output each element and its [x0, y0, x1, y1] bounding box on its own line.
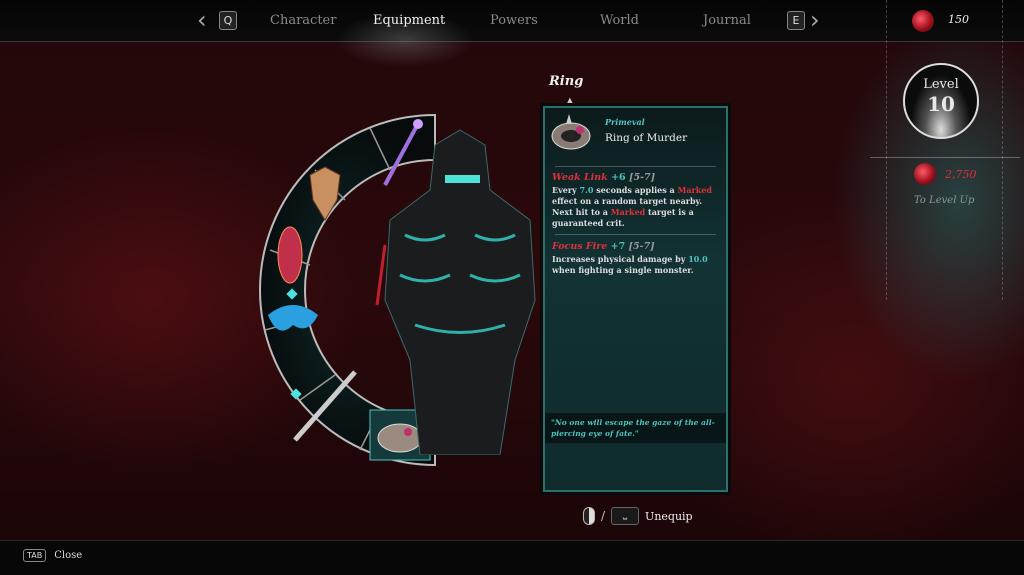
close-action[interactable]: TAB Close — [23, 549, 82, 562]
tab-world[interactable]: World — [600, 13, 639, 28]
currency-amount: 150 — [948, 13, 969, 26]
character-model — [375, 129, 536, 455]
spacebar-key-icon: ⎵ — [611, 507, 640, 525]
slot-amulet[interactable] — [277, 226, 303, 284]
slot-label: Ring — [549, 74, 584, 89]
item-tooltip: Primeval Ring of Murder Weak Link +6 [5-… — [543, 106, 728, 492]
affix-range: [5-7] — [628, 172, 656, 183]
tab-key: TAB — [23, 549, 47, 562]
unequip-label: Unequip — [645, 509, 693, 523]
item-name: Ring of Murder — [605, 132, 688, 144]
affix-range: [5-7] — [628, 241, 655, 252]
mouse-right-click-icon — [583, 507, 595, 525]
close-label: Close — [54, 550, 83, 561]
top-nav: ‹ Q Character Equipment Powers World Jou… — [0, 0, 1024, 70]
chevron-left-icon[interactable]: ‹ — [197, 6, 207, 34]
prev-tab-key[interactable]: Q — [219, 11, 237, 30]
unequip-action[interactable]: / ⎵ Unequip — [583, 505, 693, 527]
level-label: Level — [923, 77, 959, 92]
tab-character[interactable]: Character — [270, 13, 336, 28]
affix-description: Every 7.0 seconds applies a Marked effec… — [552, 185, 712, 228]
chevron-right-icon[interactable]: › — [810, 6, 820, 34]
level-value: 10 — [927, 92, 955, 116]
affix-description: Increases physical damage by 10.0 when f… — [552, 254, 708, 275]
blood-gem-icon — [914, 163, 936, 185]
affix-focus-fire: Focus Fire +7 [5-7] Increases physical d… — [552, 241, 724, 276]
to-level-amount: 2,750 — [945, 168, 977, 181]
separator: / — [601, 509, 606, 523]
item-rarity: Primeval — [605, 117, 645, 127]
affix-bonus: +6 — [611, 172, 626, 183]
affix-name: Focus Fire — [552, 241, 608, 252]
tab-equipment[interactable]: Equipment — [373, 13, 445, 28]
bottom-bar: TAB Close — [0, 540, 1024, 575]
to-level-label: To Level Up — [914, 195, 975, 206]
tab-journal[interactable]: Journal — [703, 13, 751, 28]
item-flavor-text: "No one will escape the gaze of the all-… — [551, 418, 715, 438]
blood-gem-icon — [912, 10, 934, 32]
visor-glow — [445, 175, 480, 183]
ring-icon — [551, 114, 591, 150]
affix-weak-link: Weak Link +6 [5-7] Every 7.0 seconds app… — [552, 172, 724, 229]
level-badge: Level 10 — [903, 63, 979, 139]
affix-name: Weak Link — [552, 172, 608, 183]
affix-bonus: +7 — [610, 241, 626, 252]
next-tab-key[interactable]: E — [787, 11, 805, 30]
tab-powers[interactable]: Powers — [490, 13, 538, 28]
